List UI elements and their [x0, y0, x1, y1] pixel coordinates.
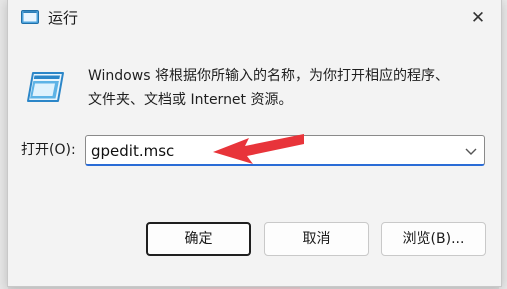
- browse-button[interactable]: 浏览(B)...: [381, 222, 486, 256]
- run-icon: [27, 72, 64, 102]
- title-bar[interactable]: 运行 ✕: [8, 0, 501, 36]
- open-combobox[interactable]: [85, 135, 485, 166]
- open-label: 打开(O):: [21, 142, 76, 158]
- description-line-2: 文件夹、文档或 Internet 资源。: [88, 92, 293, 108]
- description-line-1: Windows 将根据你所输入的名称，为你打开相应的程序、: [88, 68, 449, 84]
- cancel-button[interactable]: 取消: [264, 222, 369, 256]
- open-input[interactable]: [86, 136, 461, 165]
- close-button[interactable]: ✕: [455, 0, 501, 36]
- run-dialog: 运行 ✕ Windows 将根据你所输入的名称，为你打开相应的程序、 文件夹、文…: [7, 0, 502, 287]
- chevron-down-icon[interactable]: [464, 145, 478, 157]
- close-icon: ✕: [470, 8, 486, 28]
- description: Windows 将根据你所输入的名称，为你打开相应的程序、 文件夹、文档或 In…: [88, 64, 488, 112]
- run-icon: [21, 10, 39, 24]
- window-title: 运行: [48, 9, 79, 27]
- ok-button[interactable]: 确定: [146, 222, 251, 256]
